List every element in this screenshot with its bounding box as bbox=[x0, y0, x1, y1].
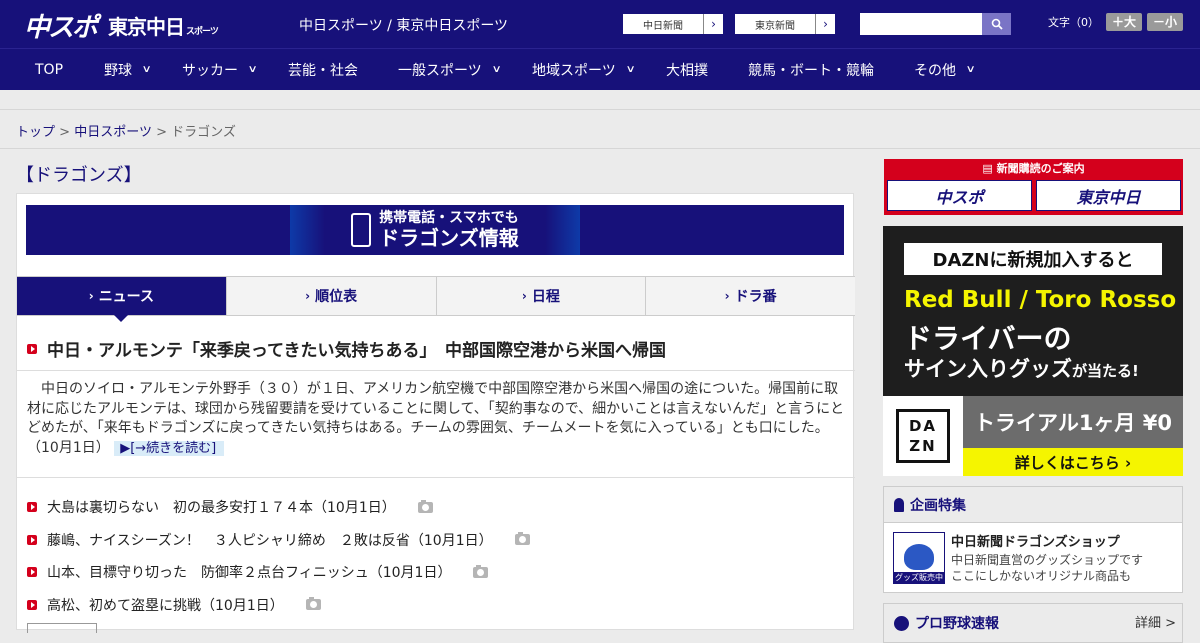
tab-standings[interactable]: › 順位表 bbox=[226, 277, 437, 315]
dazn-logo: DA ZN bbox=[883, 396, 963, 476]
nav-item-baseball[interactable]: 野球 ∨ bbox=[104, 49, 152, 90]
font-size-label: 文字（0） bbox=[1048, 16, 1099, 29]
camera-icon bbox=[473, 564, 489, 578]
page-title: 【ドラゴンズ】 bbox=[16, 165, 142, 186]
dazn-ad[interactable]: DAZNに新規加入すると Red Bull / Toro Rosso ドライバー… bbox=[883, 226, 1183, 476]
chevron-right-icon: › bbox=[521, 289, 527, 303]
chevron-down-icon: ∨ bbox=[965, 64, 976, 75]
subscribe-tokyo-chunichi-button[interactable]: 東京中日 bbox=[1036, 180, 1181, 211]
search-input[interactable] bbox=[860, 13, 982, 35]
chevron-down-icon: ∨ bbox=[625, 64, 636, 75]
chunichi-shimbun-link[interactable]: 中日新聞 › bbox=[622, 13, 724, 35]
goods-shop-description: 中日新聞直営のグッズショップです ここにしかないオリジナル商品も bbox=[951, 553, 1144, 583]
mobile-promo-banner[interactable]: 携帯電話・スマホでも ドラゴンズ情報 bbox=[26, 205, 844, 255]
search-button[interactable] bbox=[982, 13, 1011, 35]
search-icon bbox=[991, 18, 1003, 30]
subscribe-chuspo-button[interactable]: 中スポ bbox=[887, 180, 1032, 211]
bullet-icon bbox=[27, 599, 37, 610]
camera-icon bbox=[305, 597, 321, 611]
play-icon: ▶ bbox=[120, 440, 131, 456]
subscription-header: ▤ 新聞購読のご案内 bbox=[982, 162, 1085, 175]
bullet-icon bbox=[27, 343, 37, 354]
header-spacer bbox=[0, 90, 1200, 110]
top-header: 中スポ 東京中日 スポーツ 中日スポーツ / 東京中日スポーツ 中日新聞 › 東京… bbox=[0, 0, 1200, 48]
top-article-body: 中日のソイロ・アルモンテ外野手（３０）が１日、アメリカン航空機で中部国際空港から… bbox=[27, 381, 845, 456]
bullet-icon bbox=[27, 502, 37, 513]
main-content: 携帯電話・スマホでも ドラゴンズ情報 › ニュース › 順位表 › 日程 › ドラ番 中… bbox=[16, 193, 855, 633]
chevron-right-icon: › bbox=[703, 14, 723, 34]
nav-item-racing[interactable]: 競馬・ボート・競輪 bbox=[748, 49, 874, 90]
scores-detail-link[interactable]: 詳細 > bbox=[1135, 612, 1176, 631]
chevron-right-icon: › bbox=[724, 289, 730, 303]
dazn-cta-button[interactable]: 詳しくはこちら › bbox=[963, 448, 1183, 476]
chuspo-logo[interactable]: 中スポ bbox=[24, 7, 98, 44]
more-button[interactable] bbox=[27, 623, 97, 633]
subscription-box: ▤ 新聞購読のご案内 中スポ 東京中日 bbox=[884, 159, 1183, 215]
breadcrumb: トップ > 中日スポーツ > ドラゴンズ bbox=[16, 125, 236, 140]
goods-shop-thumbnail[interactable]: グッズ販売中 bbox=[893, 532, 945, 584]
camera-icon bbox=[417, 499, 433, 513]
nav-item-top[interactable]: TOP bbox=[35, 49, 63, 90]
nav-item-entertainment[interactable]: 芸能・社会 bbox=[288, 49, 358, 90]
content-tabs: › ニュース › 順位表 › 日程 › ドラ番 bbox=[17, 276, 855, 322]
chevron-right-icon: › bbox=[305, 289, 311, 303]
site-names: 中日スポーツ / 東京中日スポーツ bbox=[299, 18, 509, 34]
breadcrumb-chunichi-sports[interactable]: 中日スポーツ bbox=[74, 125, 152, 140]
font-smaller-button[interactable]: －小 bbox=[1147, 13, 1184, 31]
nav-item-general-sports[interactable]: 一般スポーツ ∨ bbox=[398, 49, 502, 90]
nav-item-sumo[interactable]: 大相撲 bbox=[666, 49, 708, 90]
nav-item-soccer[interactable]: サッカー ∨ bbox=[182, 49, 258, 90]
breadcrumb-top[interactable]: トップ bbox=[16, 125, 55, 140]
special-feature-box: 企画特集 グッズ販売中 中日新聞ドラゴンズショップ 中日新聞直営のグッズショップ… bbox=[883, 486, 1183, 593]
special-feature-header: 企画特集 bbox=[884, 487, 1182, 523]
mascot-icon bbox=[904, 544, 934, 570]
bullet-icon bbox=[27, 534, 37, 545]
baseball-icon bbox=[894, 615, 909, 631]
article-list: 大島は裏切らない 初の最多安打１７４本（10月1日） 藤嶋、ナイスシーズン！ ３… bbox=[27, 491, 530, 621]
site-logo[interactable]: 中スポ 東京中日 スポーツ bbox=[24, 7, 219, 44]
camera-icon bbox=[514, 532, 530, 546]
chevron-down-icon: ∨ bbox=[491, 64, 502, 75]
nav-item-local-sports[interactable]: 地域スポーツ ∨ bbox=[532, 49, 636, 90]
main-nav: TOP 野球 ∨ サッカー ∨ 芸能・社会 一般スポーツ ∨ 地域スポーツ ∨ 大相撲 … bbox=[0, 48, 1200, 90]
phone-icon bbox=[351, 213, 372, 247]
chevron-right-icon: › bbox=[815, 14, 835, 34]
tab-dora-ban[interactable]: › ドラ番 bbox=[646, 277, 855, 315]
list-item[interactable]: 藤嶋、ナイスシーズン！ ３人ピシャリ締め ２敗は反省（10月1日） bbox=[27, 524, 530, 557]
divider bbox=[0, 148, 1200, 149]
tokyo-shimbun-link[interactable]: 東京新聞 › bbox=[734, 13, 836, 35]
goods-shop-link[interactable]: 中日新聞ドラゴンズショップ bbox=[951, 531, 1120, 550]
divider bbox=[17, 370, 855, 371]
tab-news[interactable]: › ニュース bbox=[17, 277, 227, 322]
font-size-control: 文字（0） ＋大 －小 bbox=[1048, 13, 1184, 31]
tokyo-chunichi-logo[interactable]: 東京中日 スポーツ bbox=[108, 11, 219, 40]
chevron-down-icon: ∨ bbox=[141, 64, 152, 75]
font-larger-button[interactable]: ＋大 bbox=[1106, 13, 1143, 31]
list-item[interactable]: 山本、目標守り切った 防御率２点台フィニッシュ（10月1日） bbox=[27, 556, 530, 589]
ribbon-icon bbox=[894, 497, 904, 512]
breadcrumb-current: ドラゴンズ bbox=[171, 125, 236, 140]
read-more-link[interactable]: ▶[→続きを読む] bbox=[114, 440, 225, 456]
nav-item-other[interactable]: その他 ∨ bbox=[914, 49, 976, 90]
search-form bbox=[860, 13, 1011, 35]
bullet-icon bbox=[27, 567, 37, 578]
pro-baseball-scores-header: プロ野球速報 詳細 > bbox=[883, 603, 1183, 643]
divider bbox=[17, 477, 855, 478]
top-article-headline[interactable]: 中日・アルモンテ「来季戻ってきたい気持ちある」 中部国際空港から米国へ帰国 bbox=[27, 336, 666, 361]
chevron-right-icon: › bbox=[88, 289, 94, 303]
tab-schedule[interactable]: › 日程 bbox=[436, 277, 647, 315]
chevron-down-icon: ∨ bbox=[247, 64, 258, 75]
list-item[interactable]: 高松、初めて盗塁に挑戦（10月1日） bbox=[27, 589, 530, 622]
newspaper-icon: ▤ bbox=[982, 162, 997, 175]
list-item[interactable]: 大島は裏切らない 初の最多安打１７４本（10月1日） bbox=[27, 491, 530, 524]
